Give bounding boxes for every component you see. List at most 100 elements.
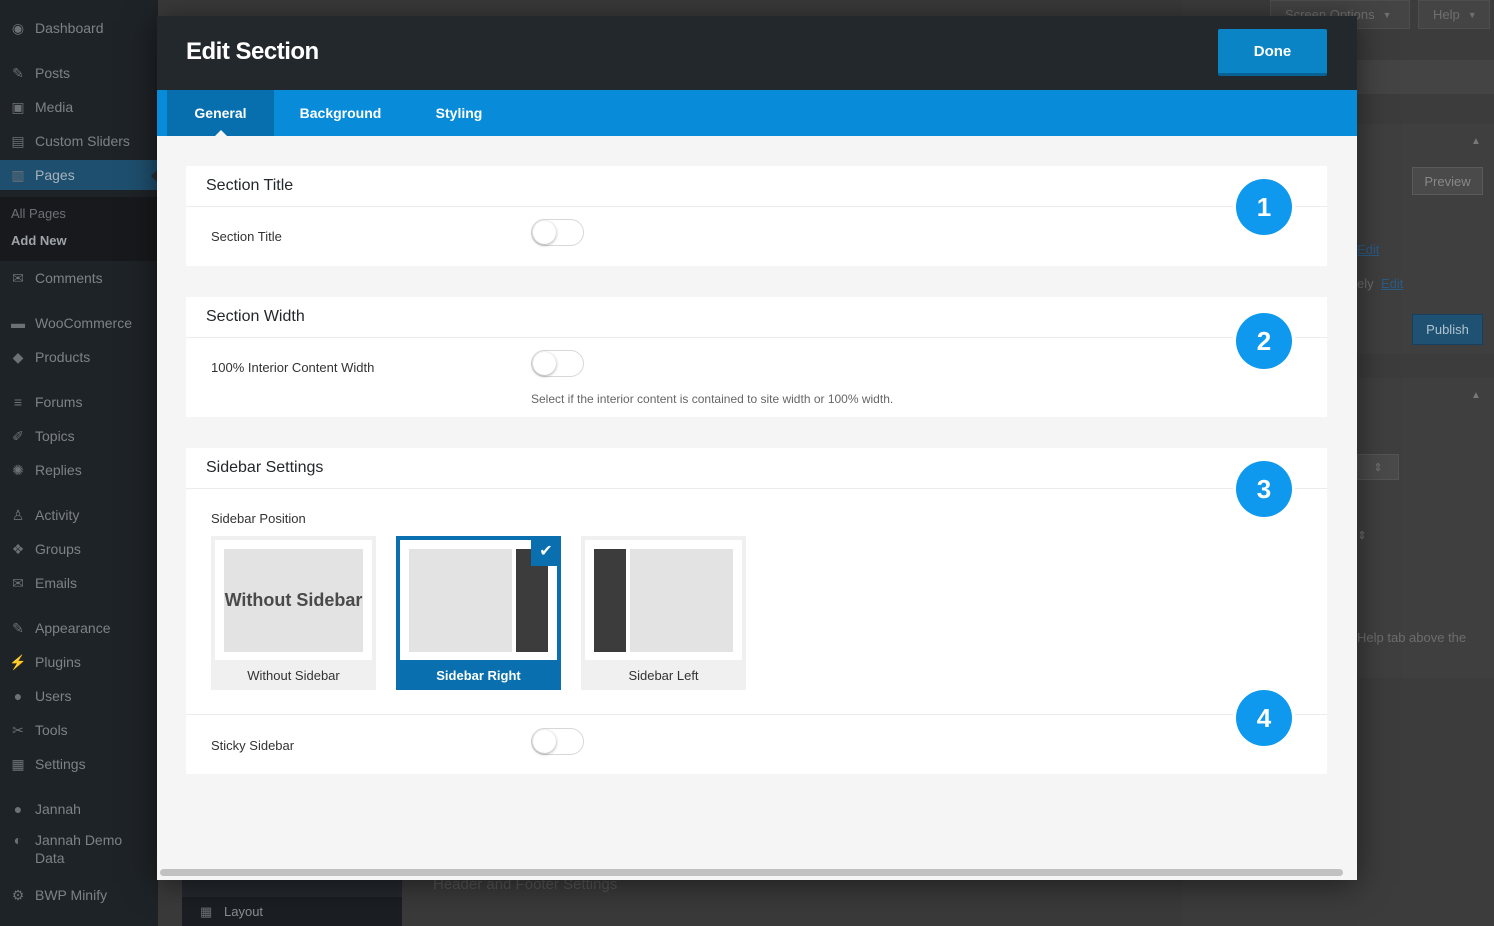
plugins-icon: ⚡	[9, 653, 27, 670]
sidebar-item-groups[interactable]: ❖ Groups	[0, 534, 158, 564]
sidebar-item-activity[interactable]: ♙ Activity	[0, 500, 158, 530]
submenu-all-pages[interactable]: All Pages	[11, 206, 66, 221]
sidebar-item-tools[interactable]: ✂ Tools	[0, 715, 158, 745]
demo-data-icon: ◐	[13, 832, 23, 848]
select-arrow-icon[interactable]: ⇕	[1357, 454, 1399, 480]
layout-option-without-sidebar[interactable]: Without Sidebar Without Sidebar	[211, 536, 376, 690]
layout-option-sidebar-left[interactable]: Sidebar Left	[581, 536, 746, 690]
step-badge: 2	[1236, 313, 1292, 369]
divider	[186, 488, 1327, 489]
sidebar-item-replies[interactable]: ✺ Replies	[0, 455, 158, 485]
sidebar-item-label: Plugins	[35, 654, 81, 670]
collapse-icon[interactable]: ▲	[1466, 388, 1486, 402]
sidebar-item-label: Jannah	[35, 801, 81, 817]
submenu-add-new[interactable]: Add New	[11, 233, 67, 248]
admin-sidebar: All Pages Add New ◉ Dashboard ✎ Posts ▣ Media…	[0, 0, 158, 926]
done-button[interactable]: Done	[1218, 29, 1327, 76]
sidebar-item-label: Custom Sliders	[35, 133, 130, 149]
sidebar-item-label: Replies	[35, 462, 82, 478]
horizontal-scrollbar[interactable]	[157, 865, 1357, 880]
products-icon: ◆	[12, 348, 24, 365]
layout-option-sidebar-right[interactable]: ✔ Sidebar Right	[396, 536, 561, 690]
toggle-knob	[533, 221, 556, 244]
modal-title: Edit Section	[186, 38, 319, 65]
sidebar-item-woocommerce[interactable]: ▬ WooCommerce	[0, 308, 158, 338]
sidebar-item-dashboard[interactable]: ◉ Dashboard	[0, 13, 158, 43]
interior-width-toggle[interactable]	[531, 350, 584, 377]
sidebar-item-label: Emails	[35, 575, 78, 591]
collapse-icon[interactable]: ▲	[1466, 134, 1486, 148]
sidebar-item-users[interactable]: ● Users	[0, 681, 158, 711]
pages-icon: ▥	[11, 166, 25, 183]
scrollbar-thumb[interactable]	[160, 869, 1343, 876]
sidebar-item-plugins[interactable]: ⚡ Plugins	[0, 647, 158, 677]
section-title-card: Section Title Section Title	[186, 166, 1327, 266]
sidebar-item-media[interactable]: ▣ Media	[0, 92, 158, 122]
interior-width-option-label: 100% Interior Content Width	[211, 360, 375, 375]
sidebar-item-topics[interactable]: ✐ Topics	[0, 421, 158, 451]
sidebar-item-label: Groups	[35, 541, 81, 557]
dashboard-icon: ◉	[11, 19, 25, 36]
sidebar-settings-card: Sidebar Settings Sidebar Position Withou…	[186, 448, 1327, 774]
woo-icon: ▬	[11, 315, 25, 331]
grid-icon: ▦	[200, 904, 213, 919]
tools-icon: ✂	[12, 721, 24, 738]
sidebar-item-jannah-demo-data[interactable]: ◐ Jannah Demo Data	[0, 828, 158, 868]
checkmark-icon: ✔	[531, 536, 561, 566]
section-title-toggle[interactable]	[531, 219, 584, 246]
layout-thumbnail: Without Sidebar	[215, 540, 372, 660]
sidebar-item-posts[interactable]: ✎ Posts	[0, 58, 158, 88]
slider-icon: ▤	[11, 132, 25, 149]
sidebar-item-products[interactable]: ◆ Products	[0, 342, 158, 372]
layout-caption: Sidebar Right	[436, 667, 521, 683]
pin-icon: ✎	[12, 64, 24, 81]
edit-link[interactable]: Edit	[1381, 276, 1403, 291]
sidebar-item-label: Topics	[35, 428, 75, 444]
publish-button[interactable]: Publish	[1412, 314, 1483, 345]
tab-general[interactable]: General	[167, 90, 274, 136]
sidebar-item-settings[interactable]: ▦ Settings	[0, 749, 158, 779]
divider	[186, 337, 1327, 338]
minify-icon: ⚙	[11, 886, 25, 903]
sidebar-item-forums[interactable]: ≡ Forums	[0, 387, 158, 417]
interior-width-hint: Select if the interior content is contai…	[531, 392, 894, 406]
sticky-sidebar-toggle[interactable]	[531, 728, 584, 755]
layout-menu-item[interactable]: ▦ Layout	[182, 897, 402, 926]
sidebar-item-comments[interactable]: ✉ Comments	[0, 263, 158, 293]
select-arrow-icon[interactable]: ⇕	[1357, 522, 1367, 548]
step-badge: 4	[1236, 690, 1292, 746]
replies-icon: ✺	[12, 461, 24, 478]
toggle-knob	[533, 352, 556, 375]
sidebar-item-pages[interactable]: ▥ Pages	[0, 160, 158, 190]
sidebar-block	[594, 549, 626, 652]
sidebar-item-bwp-minify[interactable]: ⚙ BWP Minify	[0, 880, 158, 910]
sidebar-item-label: Settings	[35, 756, 86, 772]
thumbnail-text: Without Sidebar	[224, 549, 363, 652]
sidebar-item-jannah[interactable]: ● Jannah	[0, 794, 158, 824]
divider	[186, 206, 1327, 207]
caret-down-icon: ▼	[1382, 9, 1392, 20]
preview-button[interactable]: Preview	[1412, 167, 1483, 195]
sidebar-item-label: Activity	[35, 507, 80, 523]
edit-link[interactable]: Edit	[1357, 242, 1379, 257]
card-heading: Section Width	[206, 308, 305, 325]
sidebar-item-label: Pages	[35, 167, 75, 183]
sidebar-item-label: BWP Minify	[35, 887, 108, 903]
tab-styling[interactable]: Styling	[419, 90, 499, 136]
layout-caption: Without Sidebar	[247, 667, 340, 683]
layout-label: Layout	[224, 904, 264, 919]
sidebar-item-appearance[interactable]: ✎ Appearance	[0, 613, 158, 643]
content-block	[630, 549, 733, 652]
sidebar-item-label: Appearance	[35, 620, 111, 636]
immediately-text: ely	[1357, 276, 1374, 291]
sidebar-item-emails[interactable]: ✉ Emails	[0, 568, 158, 598]
tab-background[interactable]: Background	[284, 90, 397, 136]
sidebar-item-label: Forums	[35, 394, 83, 410]
activity-icon: ♙	[11, 506, 25, 523]
help-button[interactable]: Help ▼	[1418, 0, 1490, 29]
sidebar-item-label: Products	[35, 349, 91, 365]
help-label: Help	[1433, 7, 1460, 22]
sidebar-item-label: Comments	[35, 270, 103, 286]
media-icon: ▣	[11, 98, 25, 115]
sidebar-item-custom-sliders[interactable]: ▤ Custom Sliders	[0, 126, 158, 156]
